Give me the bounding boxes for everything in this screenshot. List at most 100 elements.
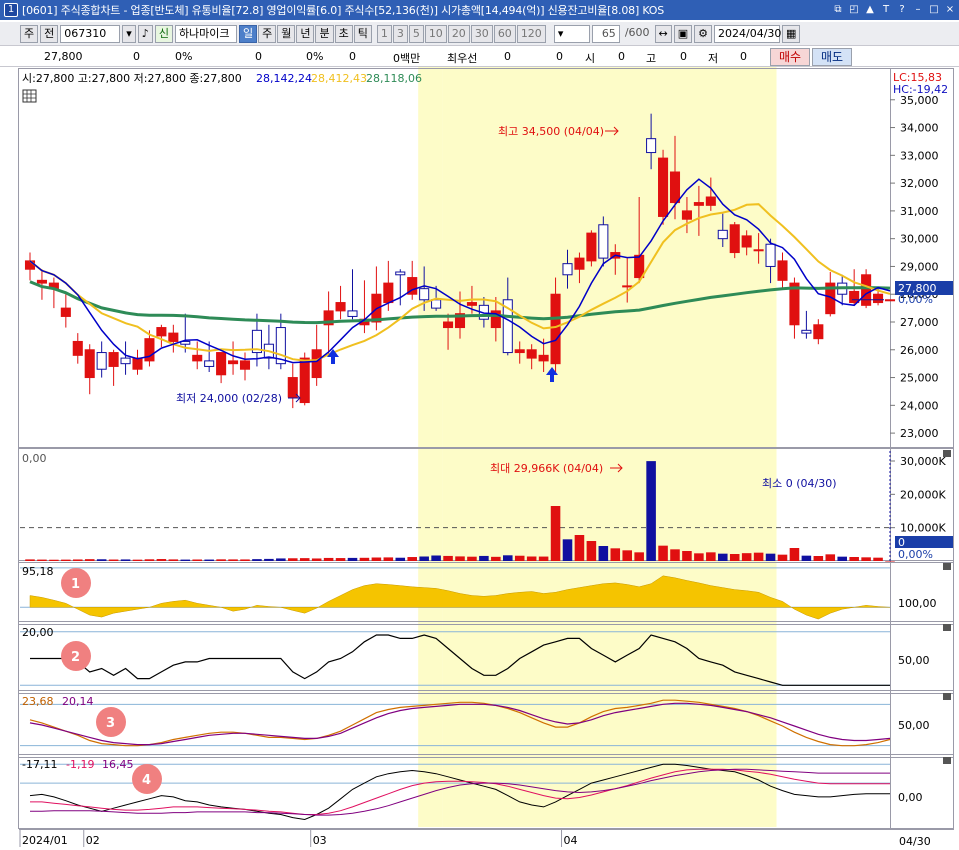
volume-bar: [73, 559, 83, 561]
interval-tab-20[interactable]: 20: [447, 24, 470, 43]
badge-2-number: 2: [71, 650, 80, 665]
candle-body: [849, 290, 860, 304]
candle-body: [669, 171, 681, 204]
period-tab-1[interactable]: 주: [258, 24, 277, 43]
period-tab-0[interactable]: 일: [238, 24, 258, 43]
candle-body: [168, 332, 179, 342]
candle-body: [514, 349, 525, 354]
speaker-icon[interactable]: ♪: [137, 24, 153, 43]
window-titlebar: 1 [0601] 주식종합차트 - 업종[반도체] 유통비율[72.8] 영업이…: [0, 0, 959, 20]
best-a: 0: [504, 50, 511, 63]
maximize-icon[interactable]: □: [927, 2, 941, 17]
y-tick-label: 31,000: [900, 205, 939, 218]
code-input[interactable]: 067310: [60, 24, 121, 43]
y-tick-label: 24,000: [900, 399, 939, 412]
volume-bar: [299, 558, 310, 561]
interval-tab-1[interactable]: 1: [376, 24, 392, 43]
price-value: 27,800: [44, 50, 83, 63]
pin-icon[interactable]: ▲: [863, 2, 877, 17]
volume-bar: [443, 555, 453, 561]
gear-icon[interactable]: ⚙: [694, 24, 713, 43]
calendar-icon[interactable]: ▦: [782, 24, 801, 43]
volume-bar: [84, 559, 95, 561]
value-value: 0: [349, 50, 356, 63]
candle-body: [741, 235, 752, 248]
volume-bar: [347, 557, 358, 561]
volume-bar: [550, 506, 561, 561]
volume-bar: [216, 559, 226, 561]
help-icon[interactable]: ?: [895, 2, 909, 17]
ma5-value: 28,142,24: [256, 72, 312, 85]
badge-4-number: 4: [142, 773, 151, 788]
stock-name[interactable]: 하나마이크: [174, 24, 237, 43]
volume-bar: [37, 559, 47, 561]
candle-body: [801, 329, 812, 334]
max-volume-annotation: 최대 29,966K (04/04): [490, 462, 603, 475]
prev-button[interactable]: 전: [40, 24, 59, 43]
window-number: 1: [4, 3, 18, 17]
interval-tab-60[interactable]: 60: [493, 24, 516, 43]
low-label: 저: [708, 52, 719, 65]
candle-body: [84, 349, 95, 379]
y-tick-label: 25,000: [900, 372, 939, 385]
dropdown-icon[interactable]: ▾: [553, 24, 590, 43]
volume-bar: [359, 557, 370, 561]
volume-bar: [335, 558, 346, 561]
volume-bar: [252, 559, 262, 561]
min-price-annotation: 최저 24,000 (02/28): [176, 392, 282, 405]
volume-tick-label: 30,000K: [900, 455, 946, 468]
x-tick-label: 2024/01: [22, 834, 68, 847]
period-tab-6[interactable]: 틱: [353, 24, 372, 43]
low-value: 0: [740, 50, 747, 63]
interval-tab-5[interactable]: 5: [408, 24, 424, 43]
volume-bar: [264, 558, 274, 561]
badge-1-number: 1: [71, 577, 80, 592]
stock-chart[interactable]: 23,00024,00025,00026,00027,00028,00029,0…: [0, 67, 959, 850]
save-icon[interactable]: ▣: [673, 24, 693, 43]
market-select[interactable]: 주: [20, 24, 39, 43]
ind1-tick: 100,00: [898, 597, 937, 610]
ind3-legend-b: 20,14: [62, 695, 94, 708]
layout-icon[interactable]: ◰: [847, 2, 861, 17]
panel-close-icon: [943, 757, 951, 764]
interval-tab-10[interactable]: 10: [424, 24, 447, 43]
badge-3-number: 3: [106, 716, 115, 731]
max-price-annotation: 최고 34,500 (04/04): [498, 125, 604, 138]
volume-bar: [610, 548, 621, 561]
candle-body: [419, 288, 430, 301]
date-input[interactable]: 2024/04/30: [714, 24, 781, 43]
change-pct: 0%: [175, 50, 193, 63]
change-value: 0: [133, 50, 140, 63]
interval-tab-120[interactable]: 120: [516, 24, 546, 43]
link-icon[interactable]: ⧉: [831, 2, 845, 17]
ma60-value: 28,118,06: [366, 72, 422, 85]
period-tab-5[interactable]: 초: [334, 24, 353, 43]
y-tick-label: 29,000: [900, 260, 939, 273]
sell-button[interactable]: 매도: [812, 48, 852, 66]
interval-tab-30[interactable]: 30: [470, 24, 493, 43]
minimize-icon[interactable]: –: [911, 2, 925, 17]
candle-body: [156, 327, 167, 337]
search-icon[interactable]: ▾: [122, 24, 136, 43]
candle-body: [466, 302, 477, 306]
period-tab-4[interactable]: 분: [315, 24, 334, 43]
buy-button[interactable]: 매수: [770, 48, 810, 66]
text-icon[interactable]: T: [879, 2, 893, 17]
volume-bar: [765, 553, 776, 561]
candle-body: [622, 285, 633, 288]
ind2-legend: 20,00: [22, 626, 54, 639]
candle-body: [132, 357, 143, 370]
arrow-icon[interactable]: ↔: [654, 24, 672, 43]
volume-bar: [25, 559, 35, 561]
volume-bar: [228, 559, 238, 561]
volume-bar: [323, 557, 334, 561]
count-input[interactable]: 65: [591, 24, 620, 43]
volume-bar: [419, 556, 429, 561]
close-icon[interactable]: ×: [943, 2, 957, 17]
interval-tab-3[interactable]: 3: [392, 24, 408, 43]
period-tab-2[interactable]: 월: [277, 24, 296, 43]
volume-bar: [646, 461, 656, 561]
volume-bar: [538, 556, 549, 561]
period-tab-3[interactable]: 년: [296, 24, 315, 43]
candle-body: [120, 357, 131, 365]
